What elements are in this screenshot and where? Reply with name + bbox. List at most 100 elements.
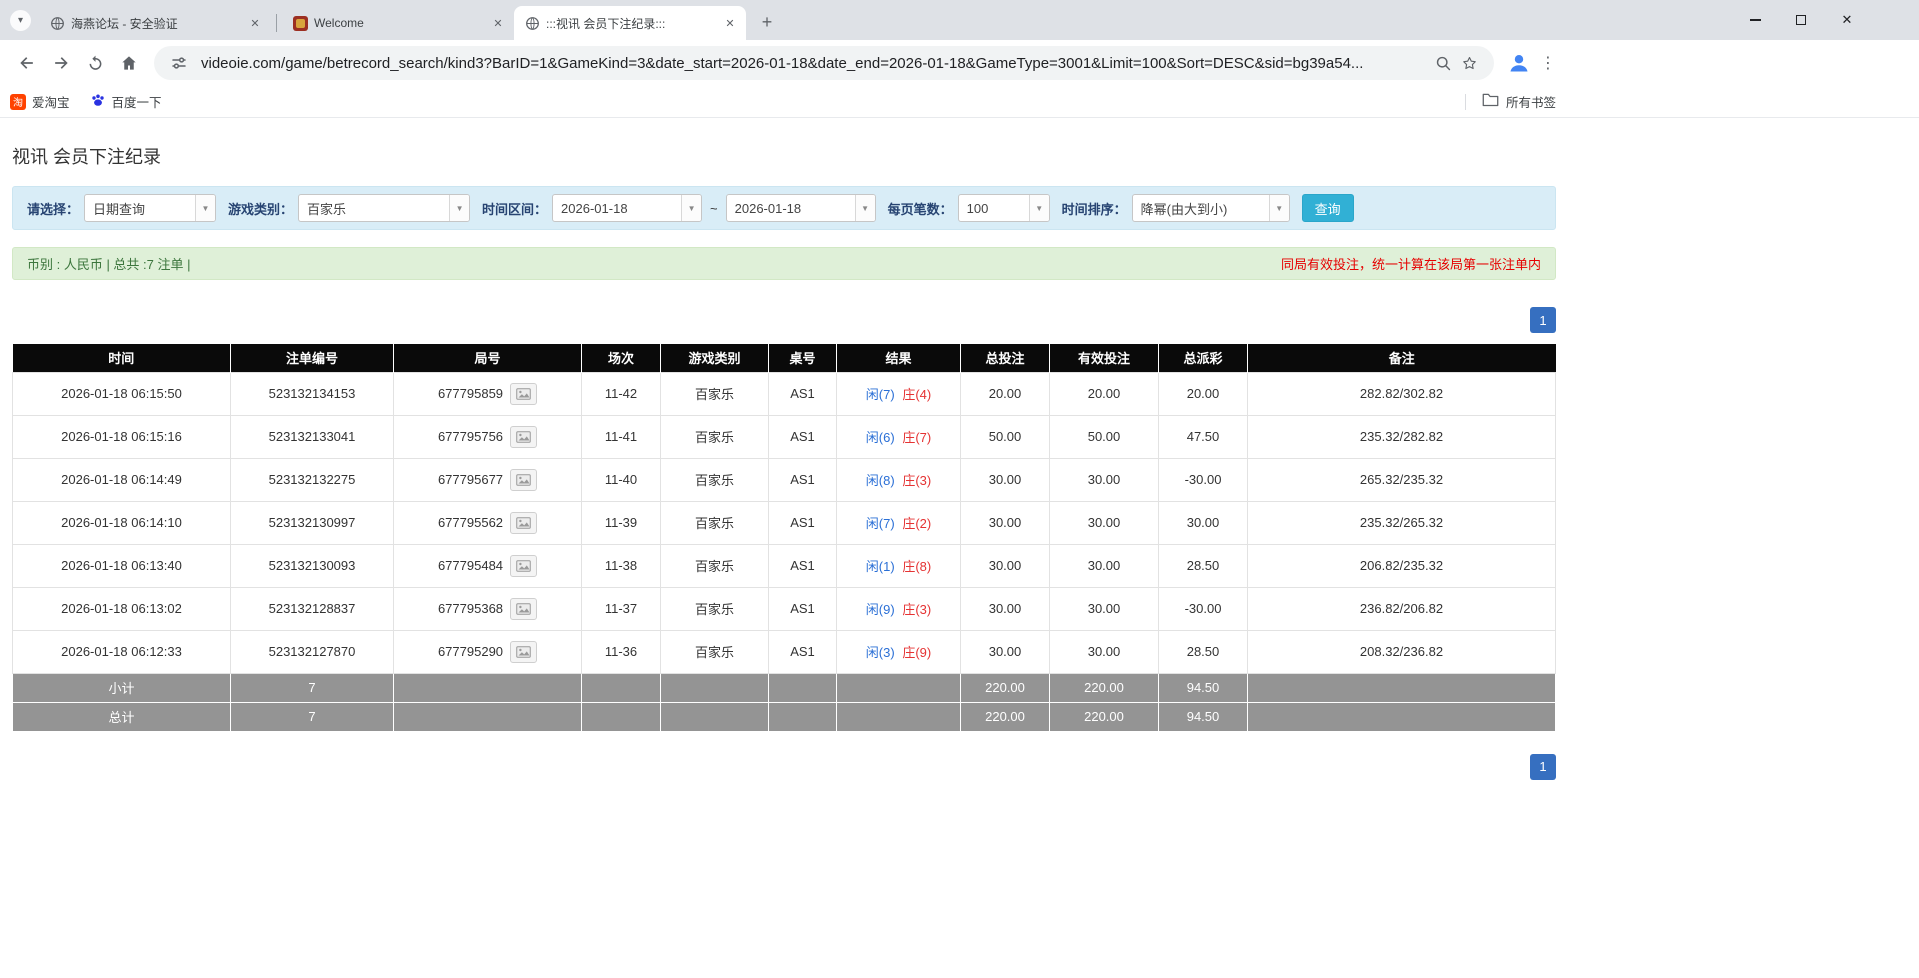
cell-total-bet-link[interactable]: 20.00 (961, 372, 1050, 415)
tab-close-icon[interactable]: ✕ (490, 15, 506, 31)
cell-session: 11-39 (582, 501, 661, 544)
date-end-select[interactable]: 2026-01-18 ▼ (726, 194, 876, 222)
browser-tab-1[interactable]: 海燕论坛 - 安全验证 ✕ (39, 6, 271, 40)
pagination-bottom: 1 (12, 754, 1556, 780)
round-media-icon[interactable] (510, 469, 537, 491)
cell-round-id: 677795368 (394, 587, 582, 630)
maximize-button[interactable] (1778, 0, 1824, 40)
table-header-row: 时间 注单编号 局号 场次 游戏类别 桌号 结果 总投注 有效投注 总派彩 备注 (13, 344, 1556, 372)
round-media-icon[interactable] (510, 512, 537, 534)
browser-tab-2[interactable]: Welcome ✕ (282, 6, 514, 40)
forward-icon[interactable] (44, 46, 78, 80)
site-info-icon[interactable] (166, 51, 192, 75)
cell-table-no: AS1 (769, 630, 837, 673)
tab-title: Welcome (314, 16, 484, 30)
cell-total-bet-link[interactable]: 30.00 (961, 630, 1050, 673)
page-title: 视讯 会员下注纪录 (12, 143, 1556, 169)
game-type-select[interactable]: 百家乐 ▼ (298, 194, 470, 222)
cell-game-type: 百家乐 (661, 587, 769, 630)
chevron-down-icon: ▼ (681, 195, 701, 221)
profile-avatar-icon[interactable] (1506, 50, 1532, 76)
chevron-down-icon: ▼ (855, 195, 875, 221)
round-media-icon[interactable] (510, 383, 537, 405)
date-range-separator: ~ (710, 201, 718, 216)
browser-menu-icon[interactable]: ⋮ (1536, 50, 1560, 76)
browser-tab-3-active[interactable]: :::视讯 会员下注纪录::: ✕ (514, 6, 746, 40)
cell-game-type: 百家乐 (661, 415, 769, 458)
cell-total-bet-link[interactable]: 50.00 (961, 415, 1050, 458)
per-page-value: 100 (959, 195, 1029, 221)
empty-cell (837, 673, 961, 702)
total-row: 总计 7 220.00 220.00 94.50 (13, 702, 1556, 731)
cell-result: 闲(6) 庄(7) (837, 415, 961, 458)
back-icon[interactable] (10, 46, 44, 80)
tab-close-icon[interactable]: ✕ (247, 15, 263, 31)
url-bar[interactable]: videoie.com/game/betrecord_search/kind3?… (154, 46, 1494, 80)
bookmark-baidu[interactable]: 百度一下 (90, 92, 162, 111)
round-media-icon[interactable] (510, 641, 537, 663)
empty-cell (394, 673, 582, 702)
minimize-button[interactable] (1732, 0, 1778, 40)
empty-cell (582, 673, 661, 702)
round-media-icon[interactable] (510, 598, 537, 620)
per-page-select[interactable]: 100 ▼ (958, 194, 1050, 222)
round-id-text: 677795859 (438, 386, 503, 401)
bookmark-taobao[interactable]: 淘 爱淘宝 (10, 92, 70, 111)
date-start-select[interactable]: 2026-01-18 ▼ (552, 194, 702, 222)
divider (1465, 94, 1466, 110)
globe-favicon (49, 15, 65, 31)
sort-order-label: 时间排序： (1062, 199, 1127, 218)
round-id-text: 677795756 (438, 429, 503, 444)
tab-separator (276, 14, 277, 32)
column-header-session: 场次 (582, 344, 661, 372)
cell-note: 235.32/265.32 (1248, 501, 1556, 544)
chevron-down-icon: ▼ (1029, 195, 1049, 221)
new-tab-button[interactable]: + (754, 9, 780, 35)
query-type-value: 日期查询 (85, 195, 195, 221)
bookmark-star-icon[interactable] (1456, 51, 1482, 75)
query-type-select[interactable]: 日期查询 ▼ (84, 194, 216, 222)
cell-total-bet-link[interactable]: 30.00 (961, 458, 1050, 501)
refresh-icon[interactable] (78, 46, 112, 80)
cell-time: 2026-01-18 06:12:33 (13, 630, 231, 673)
player-result: 闲(7) (866, 516, 895, 531)
sort-order-select[interactable]: 降幂(由大到小) ▼ (1132, 194, 1290, 222)
cell-session: 11-37 (582, 587, 661, 630)
column-header-time: 时间 (13, 344, 231, 372)
column-header-note: 备注 (1248, 344, 1556, 372)
subtotal-valid-bet: 220.00 (1050, 673, 1159, 702)
cell-bet-id: 523132132275 (231, 458, 394, 501)
date-start-value: 2026-01-18 (553, 195, 681, 221)
empty-cell (769, 702, 837, 731)
cell-note: 265.32/235.32 (1248, 458, 1556, 501)
cell-payout: 28.50 (1159, 544, 1248, 587)
chevron-down-icon: ▼ (449, 195, 469, 221)
cell-total-bet-link[interactable]: 30.00 (961, 544, 1050, 587)
cell-bet-id: 523132127870 (231, 630, 394, 673)
page-1-button[interactable]: 1 (1530, 307, 1556, 333)
zoom-icon[interactable] (1430, 51, 1456, 75)
round-media-icon[interactable] (510, 426, 537, 448)
home-icon[interactable] (112, 46, 146, 80)
cell-table-no: AS1 (769, 544, 837, 587)
cell-result: 闲(8) 庄(3) (837, 458, 961, 501)
cell-total-bet-link[interactable]: 30.00 (961, 501, 1050, 544)
browser-nav-bar: videoie.com/game/betrecord_search/kind3?… (0, 40, 1919, 86)
cell-bet-id: 523132130093 (231, 544, 394, 587)
column-header-table-no: 桌号 (769, 344, 837, 372)
cell-valid-bet: 50.00 (1050, 415, 1159, 458)
tab-close-icon[interactable]: ✕ (722, 15, 738, 31)
cell-bet-id: 523132134153 (231, 372, 394, 415)
page-1-button[interactable]: 1 (1530, 754, 1556, 780)
chevron-down-icon: ▼ (195, 195, 215, 221)
tab-search-icon[interactable]: ▾ (10, 10, 31, 31)
round-media-icon[interactable] (510, 555, 537, 577)
all-bookmarks[interactable]: 所有书签 (1465, 92, 1556, 112)
round-id-text: 677795368 (438, 601, 503, 616)
search-button[interactable]: 查询 (1302, 194, 1354, 222)
cell-total-bet-link[interactable]: 30.00 (961, 587, 1050, 630)
column-header-valid-bet: 有效投注 (1050, 344, 1159, 372)
bookmarks-bar: 淘 爱淘宝 百度一下 所有书签 (0, 86, 1919, 118)
close-button[interactable]: ✕ (1824, 0, 1870, 40)
cell-payout: 30.00 (1159, 501, 1248, 544)
